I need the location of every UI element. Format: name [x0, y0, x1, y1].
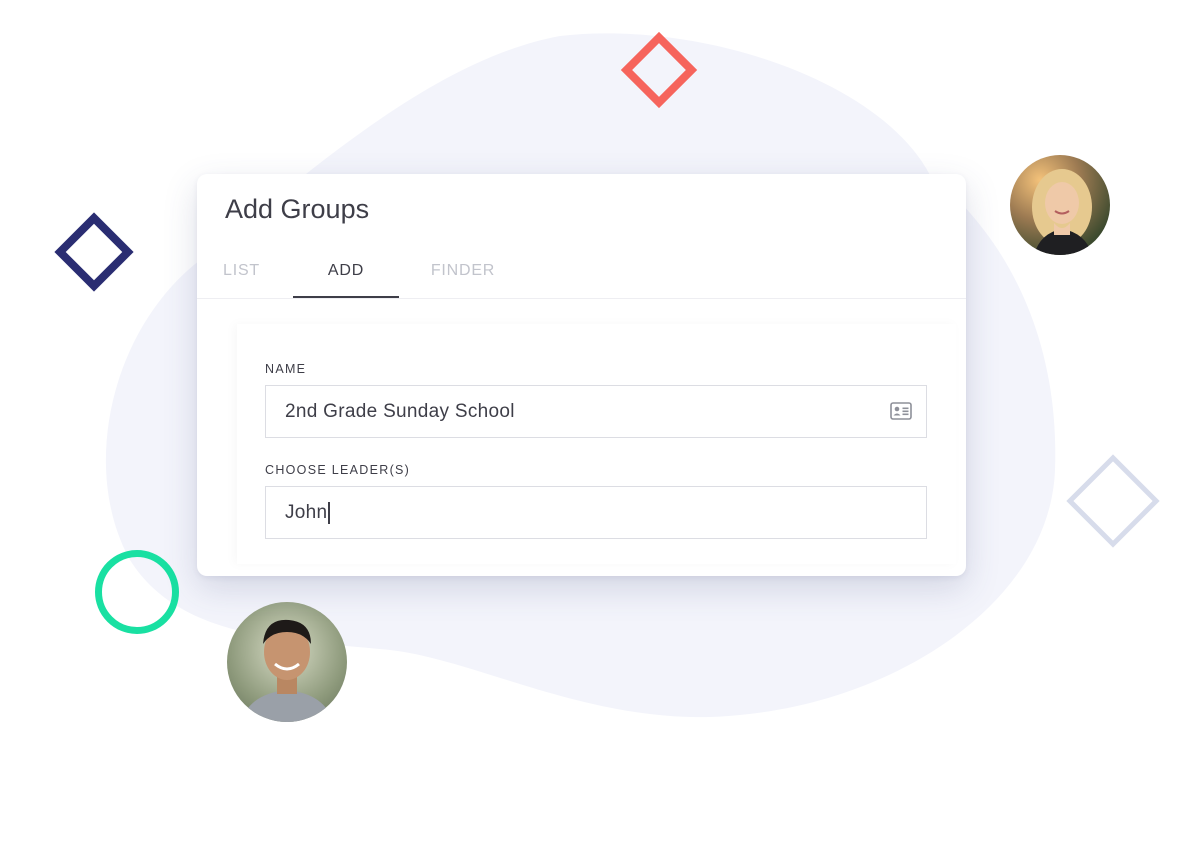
tab-bar: LIST ADD FINDER — [197, 246, 966, 299]
name-label: NAME — [265, 362, 307, 376]
tab-add[interactable]: ADD — [293, 246, 399, 298]
page-canvas: Add Groups LIST ADD FINDER NAME 2nd Grad… — [0, 0, 1200, 846]
leader-input-value: John — [285, 502, 328, 523]
text-cursor — [328, 501, 330, 524]
tab-finder[interactable]: FINDER — [423, 246, 503, 298]
card-title: Add Groups — [225, 194, 370, 224]
leader-input-value-wrap: John — [285, 487, 330, 538]
leader-label: CHOOSE LEADER(S) — [265, 463, 411, 477]
leader-input[interactable]: John — [265, 486, 927, 539]
avatar-man — [227, 602, 347, 722]
contact-card-icon[interactable] — [890, 402, 912, 420]
name-input[interactable]: 2nd Grade Sunday School — [265, 385, 927, 438]
avatar-woman — [1010, 155, 1110, 255]
name-input-value: 2nd Grade Sunday School — [285, 401, 515, 422]
green-ring-shape — [95, 550, 179, 634]
tab-list[interactable]: LIST — [223, 246, 263, 298]
add-groups-card: Add Groups LIST ADD FINDER NAME 2nd Grad… — [197, 174, 966, 576]
add-group-form: NAME 2nd Grade Sunday School CHOOSE LEAD… — [237, 324, 956, 564]
